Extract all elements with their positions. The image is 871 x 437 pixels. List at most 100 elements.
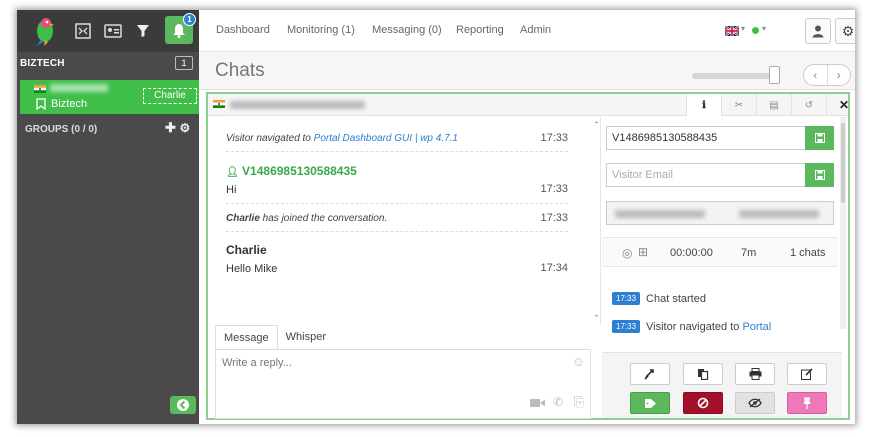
nav-messaging[interactable]: Messaging (0) xyxy=(372,24,442,36)
message-thread[interactable]: Visitor navigated to Portal Dashboard GU… xyxy=(208,117,601,325)
active-visitor-item[interactable]: Biztech Charlie xyxy=(20,80,199,114)
ban-icon xyxy=(697,397,709,409)
visitor-name-field[interactable]: V1486985130588435 xyxy=(606,126,834,150)
user-icon: 👤︎ xyxy=(226,167,239,178)
visited-page-link[interactable]: Portal Dashboard GUI | wp 4.7.1 xyxy=(314,133,458,144)
assigned-agent-tag: Charlie xyxy=(143,88,197,104)
online-status-dot[interactable] xyxy=(752,27,759,34)
chat-count: 1 chats xyxy=(790,247,826,259)
event-text: Chat started xyxy=(646,293,706,305)
chevron-down-icon[interactable]: ▾ xyxy=(741,24,745,33)
id-card-icon[interactable] xyxy=(103,21,123,41)
visitor-location-field xyxy=(606,201,834,225)
tab-history[interactable]: ↺ xyxy=(791,94,826,116)
hide-button[interactable] xyxy=(735,392,775,414)
india-flag-icon xyxy=(34,85,46,93)
nav-monitoring[interactable]: Monitoring (1) xyxy=(287,24,355,36)
organization-count-badge: 1 xyxy=(175,56,193,70)
chat-panel-header: ℹ ✂ ▤ ↺ ✕ xyxy=(208,94,849,116)
edit-icon xyxy=(801,368,813,380)
transfer-button[interactable] xyxy=(630,363,670,385)
settings-button[interactable]: ⚙ xyxy=(835,18,855,44)
copy-button[interactable] xyxy=(683,363,723,385)
notification-count-badge: 1 xyxy=(183,13,196,26)
attachment-icon[interactable]: ⎘ xyxy=(574,394,584,410)
save-icon xyxy=(814,170,825,180)
chat-pager: ‹ › xyxy=(803,64,851,86)
print-button[interactable] xyxy=(735,363,775,385)
notifications-button[interactable]: 1 xyxy=(165,13,196,44)
collapse-sidebar-button[interactable] xyxy=(170,396,196,414)
zoom-slider-handle[interactable] xyxy=(769,66,780,84)
bell-icon xyxy=(173,23,185,38)
message-text: Hi xyxy=(226,184,237,196)
previous-chat-button[interactable]: ‹ xyxy=(804,65,828,85)
filter-icon[interactable] xyxy=(133,21,153,41)
message-text: Hello Mike xyxy=(226,263,278,275)
visitor-company-name: Biztech xyxy=(51,98,88,110)
groups-header: GROUPS (0 / 0) xyxy=(25,124,98,135)
visitor-message: 👤︎ V1486985130588435 Hi 17:33 xyxy=(226,164,568,196)
next-chat-button[interactable]: › xyxy=(828,65,851,85)
sidebar: 1 BIZTECH 1 Biztech Charlie GROUPS (0 / … xyxy=(17,10,199,424)
close-chat-button[interactable]: ✕ xyxy=(826,94,855,116)
video-call-icon[interactable] xyxy=(530,397,545,411)
app-window: 1 BIZTECH 1 Biztech Charlie GROUPS (0 / … xyxy=(17,10,855,424)
user-profile-button[interactable] xyxy=(805,18,831,44)
message-time: 17:34 xyxy=(540,262,568,274)
tab-whisper[interactable]: Whisper xyxy=(278,325,334,349)
tab-message[interactable]: Message xyxy=(215,325,278,349)
system-message: Visitor navigated to Portal Dashboard GU… xyxy=(226,132,568,144)
message-text: Visitor navigated to xyxy=(226,133,314,144)
info-scrollbar[interactable] xyxy=(840,117,846,329)
visitor-event: 17:33 Chat started xyxy=(612,292,706,305)
save-email-button[interactable] xyxy=(805,163,834,187)
parrot-logo-icon xyxy=(37,18,54,46)
pin-icon xyxy=(803,397,811,409)
save-name-button[interactable] xyxy=(805,126,834,150)
add-group-icon[interactable]: ✚ xyxy=(165,120,176,135)
organization-name: BIZTECH xyxy=(20,58,65,69)
copy-icon xyxy=(698,369,709,380)
blurred-visitor-title xyxy=(230,101,365,109)
agent-message: Charlie Hello Mike 17:34 xyxy=(226,243,568,275)
visitor-email-field[interactable]: Visitor Email xyxy=(606,163,834,187)
zoom-slider-track[interactable] xyxy=(692,73,776,79)
gear-icon[interactable]: ⚙ xyxy=(180,121,191,135)
tab-info[interactable]: ℹ xyxy=(686,94,721,116)
phone-icon[interactable]: ✆ xyxy=(553,395,563,409)
reply-input[interactable] xyxy=(216,350,590,376)
nav-admin[interactable]: Admin xyxy=(520,24,551,36)
message-scrollbar[interactable] xyxy=(594,121,599,317)
message-author: 👤︎ V1486985130588435 xyxy=(226,164,357,178)
message-text: has joined the conversation. xyxy=(259,213,388,224)
monitor-grid-icon[interactable] xyxy=(73,21,93,41)
block-visitor-button[interactable] xyxy=(683,392,723,414)
tab-notes[interactable]: ▤ xyxy=(756,94,791,116)
message-divider xyxy=(226,151,568,152)
edit-button[interactable] xyxy=(787,363,827,385)
visitor-event: 17:33 Visitor navigated to Portal xyxy=(612,320,771,333)
bookmark-icon xyxy=(36,98,46,110)
time-on-site: 7m xyxy=(741,247,757,259)
emoji-icon[interactable]: ☺ xyxy=(572,354,585,369)
pin-button[interactable] xyxy=(787,392,827,414)
nav-reporting[interactable]: Reporting xyxy=(456,24,504,36)
message-author: Charlie xyxy=(226,213,260,224)
tab-scissors[interactable]: ✂ xyxy=(721,94,756,116)
blurred-location xyxy=(615,210,705,218)
uk-flag-icon[interactable] xyxy=(725,26,739,36)
tag-button[interactable] xyxy=(630,392,670,414)
message-time: 17:33 xyxy=(540,212,568,224)
chevron-down-icon[interactable]: ▾ xyxy=(762,24,766,33)
nav-dashboard[interactable]: Dashboard xyxy=(216,24,270,36)
event-link[interactable]: Portal xyxy=(742,321,771,333)
eye-slash-icon xyxy=(748,398,762,408)
page-title: Chats xyxy=(215,60,265,81)
event-time-badge: 17:33 xyxy=(612,292,641,305)
tag-icon xyxy=(644,398,656,408)
email-placeholder: Visitor Email xyxy=(612,169,673,181)
event-time-badge: 17:33 xyxy=(612,320,641,333)
message-divider xyxy=(226,231,568,232)
blurred-ip xyxy=(739,210,819,218)
